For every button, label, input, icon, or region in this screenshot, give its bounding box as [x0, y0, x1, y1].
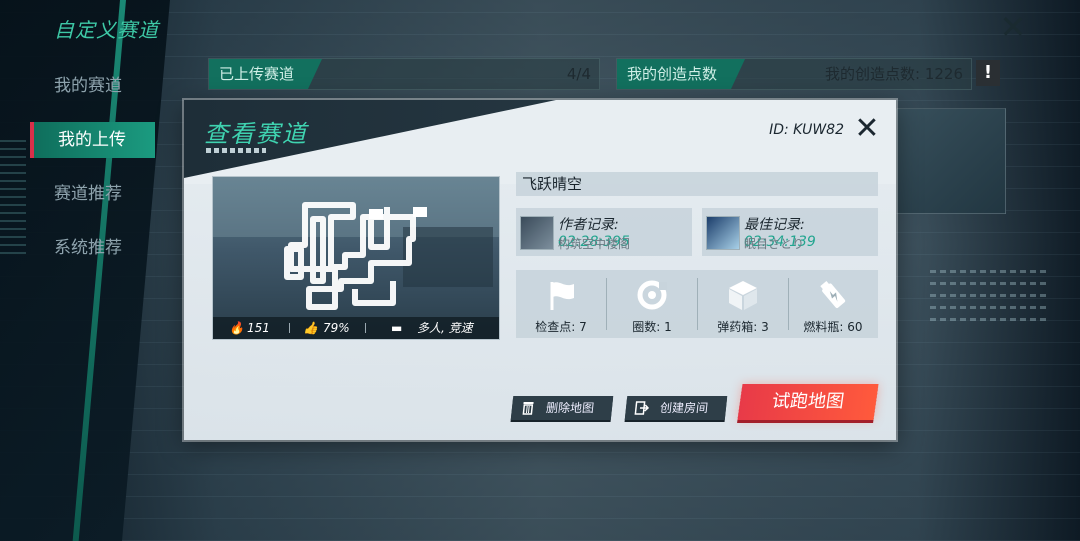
checkpoints-stat: 检查点: 7	[516, 270, 606, 338]
uploaded-count: 4/4	[566, 65, 591, 83]
ammo-box-label: 弹药箱: 3	[717, 320, 769, 334]
laps-label: 圈数: 1	[632, 320, 672, 334]
uploaded-tracks-tab: 已上传赛道	[209, 59, 322, 89]
background-track-thumbnail	[896, 108, 1006, 214]
close-icon[interactable]: ✕	[998, 11, 1028, 43]
sidebar-decoration	[0, 140, 26, 260]
background-decoration	[930, 270, 1050, 330]
laps-stat: 圈数: 1	[607, 270, 697, 338]
creation-points-header: 我的创造点数 我的创造点数: 1226	[616, 58, 972, 90]
fire-icon: 🔥	[229, 321, 244, 335]
author-name: 构筑空中楼阁	[558, 237, 631, 251]
delete-map-label: 删除地图	[545, 401, 595, 415]
tag-icon: ▬	[391, 321, 403, 335]
enter-room-icon	[634, 401, 650, 415]
sidebar-item-system-recommended[interactable]: 系统推荐	[30, 230, 155, 266]
preview-stats-bar: 🔥 151 👍 79% ▬ 多人, 竞速	[213, 317, 499, 339]
sidebar-item-recommended-tracks[interactable]: 赛道推荐	[30, 176, 155, 212]
exclamation-icon[interactable]: !	[976, 60, 1000, 86]
dialog-close-icon[interactable]: ✕	[852, 114, 882, 144]
view-track-dialog: 查看赛道 ID: KUW82 ✕ 🔥 151 👍 79% ▬ 多人, 竞速 飞跃…	[184, 100, 896, 440]
dialog-title: 查看赛道	[204, 120, 308, 148]
sidebar-item-my-uploads[interactable]: 我的上传	[30, 122, 155, 158]
create-room-label: 创建房间	[659, 401, 709, 415]
creation-points-value: 我的创造点数: 1226	[825, 65, 963, 83]
author-avatar	[520, 216, 554, 250]
creation-points-tab: 我的创造点数	[617, 59, 745, 89]
fuel-label: 燃料瓶: 60	[803, 320, 863, 334]
dialog-title-underline	[206, 148, 266, 153]
like-rate: 79%	[323, 321, 350, 335]
loop-icon	[637, 280, 667, 310]
fuel-stat: 燃料瓶: 60	[788, 270, 878, 338]
best-player-avatar	[706, 216, 740, 250]
sidebar-title: 自定义赛道	[54, 18, 159, 42]
track-name: 飞跃晴空	[516, 172, 878, 196]
hot-count: 151	[247, 321, 270, 335]
checkpoints-label: 检查点: 7	[535, 320, 587, 334]
game-mode: 多人, 竞速	[417, 321, 473, 335]
cube-icon	[729, 281, 757, 310]
ammo-box-stat: 弹药箱: 3	[698, 270, 788, 338]
create-room-button[interactable]: 创建房间	[624, 396, 728, 420]
track-preview: 🔥 151 👍 79% ▬ 多人, 竞速	[212, 176, 500, 340]
uploaded-tracks-header: 已上传赛道 4/4	[208, 58, 600, 90]
track-id: ID: KUW82	[769, 122, 844, 138]
track-layout-map	[213, 177, 499, 310]
divider	[289, 323, 290, 333]
track-stats: 检查点: 7 圈数: 1 弹药箱: 3 燃料瓶: 60	[516, 270, 878, 338]
author-record: 作者记录: 02:28:395 构筑空中楼阁	[516, 208, 692, 256]
best-record-title: 最佳记录:	[744, 217, 805, 233]
divider	[365, 323, 366, 333]
best-record: 最佳记录: 02:34:139 眠目さとり	[702, 208, 878, 256]
flag-icon	[550, 282, 574, 310]
best-player-name: 眠目さとり	[744, 237, 805, 251]
author-record-title: 作者记录:	[558, 217, 619, 233]
fuel-icon	[820, 280, 846, 308]
sidebar-item-my-tracks[interactable]: 我的赛道	[30, 68, 155, 104]
delete-map-button[interactable]: 删除地图	[510, 396, 614, 420]
test-run-button[interactable]: 试跑地图	[737, 384, 879, 420]
trash-icon	[522, 402, 534, 415]
thumbs-up-icon: 👍	[303, 321, 318, 335]
